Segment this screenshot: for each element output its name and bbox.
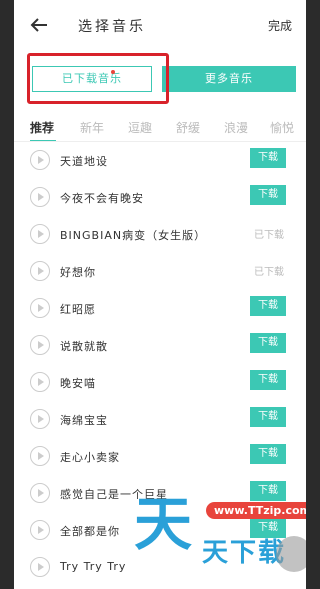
song-title: 天道地设 <box>60 155 108 168</box>
song-title: 走心小卖家 <box>60 451 120 464</box>
song-title: 说散就散 <box>60 340 108 353</box>
play-icon[interactable] <box>30 150 50 170</box>
download-button[interactable]: 下载 <box>250 407 286 427</box>
more-music-tab[interactable]: 更多音乐 <box>162 66 296 92</box>
play-icon[interactable] <box>30 409 50 429</box>
download-button[interactable]: 下载 <box>250 444 286 464</box>
song-title: 红昭愿 <box>60 303 96 316</box>
download-button[interactable]: 下载 <box>250 370 286 390</box>
tab-romantic[interactable]: 浪漫 <box>224 119 248 136</box>
play-icon[interactable] <box>30 335 50 355</box>
downloaded-status: 已下载 <box>254 267 284 278</box>
play-icon[interactable] <box>30 298 50 318</box>
play-icon[interactable] <box>30 372 50 392</box>
song-row[interactable]: BINGBIAN病变（女生版） 已下载 <box>14 216 306 253</box>
tab-recommend[interactable]: 推荐 <box>30 119 54 136</box>
download-button[interactable]: 下载 <box>250 296 286 316</box>
tab-soothing[interactable]: 舒缓 <box>176 119 200 136</box>
song-title: 好想你 <box>60 266 96 279</box>
done-button[interactable]: 完成 <box>268 17 292 34</box>
song-title: Try Try Try <box>60 560 127 573</box>
song-title: BINGBIAN病变（女生版） <box>60 229 207 242</box>
highlight-annotation-box <box>27 53 169 104</box>
phone-bezel-right <box>306 0 320 589</box>
play-icon[interactable] <box>30 224 50 244</box>
song-title: 海绵宝宝 <box>60 414 108 427</box>
play-icon[interactable] <box>30 187 50 207</box>
download-button[interactable]: 下载 <box>250 481 286 501</box>
tab-funny[interactable]: 逗趣 <box>128 119 152 136</box>
song-title: 晚安喵 <box>60 377 96 390</box>
play-icon[interactable] <box>30 483 50 503</box>
song-row[interactable]: 红昭愿 下载 <box>14 290 306 327</box>
song-row[interactable]: 海绵宝宝 下载 <box>14 401 306 438</box>
song-row[interactable]: 今夜不会有晚安 下载 <box>14 179 306 216</box>
play-icon[interactable] <box>30 446 50 466</box>
download-button[interactable]: 下载 <box>250 185 286 205</box>
floating-button[interactable] <box>276 536 306 572</box>
song-row[interactable]: 天道地设 下载 <box>14 142 306 179</box>
song-row[interactable]: 好想你 已下载 <box>14 253 306 290</box>
watermark-url: www.TTzip.com <box>206 502 306 519</box>
song-row[interactable]: 走心小卖家 下载 <box>14 438 306 475</box>
song-title: 全部都是你 <box>60 525 120 538</box>
play-icon[interactable] <box>30 520 50 540</box>
download-button[interactable]: 下载 <box>250 148 286 168</box>
watermark-logo: 天 <box>134 490 193 558</box>
page-title: 选择音乐 <box>78 19 146 35</box>
download-button[interactable]: 下载 <box>250 333 286 353</box>
phone-bezel-left <box>0 0 14 589</box>
tab-new-year[interactable]: 新年 <box>80 119 104 136</box>
back-arrow-icon[interactable] <box>28 14 50 36</box>
play-icon[interactable] <box>30 261 50 281</box>
play-icon[interactable] <box>30 557 50 577</box>
screen: 选择音乐 完成 已下载音乐 更多音乐 推荐 新年 逗趣 舒缓 浪漫 愉悦 天道地… <box>14 0 306 589</box>
song-title: 今夜不会有晚安 <box>60 192 144 205</box>
tab-joyful[interactable]: 愉悦 <box>270 119 294 136</box>
watermark-text: 天下载 <box>202 538 287 568</box>
downloaded-status: 已下载 <box>254 230 284 241</box>
song-row[interactable]: 说散就散 下载 <box>14 327 306 364</box>
category-tabs: 推荐 新年 逗趣 舒缓 浪漫 愉悦 <box>14 112 306 142</box>
song-row[interactable]: 晚安喵 下载 <box>14 364 306 401</box>
header: 选择音乐 完成 <box>14 0 306 52</box>
